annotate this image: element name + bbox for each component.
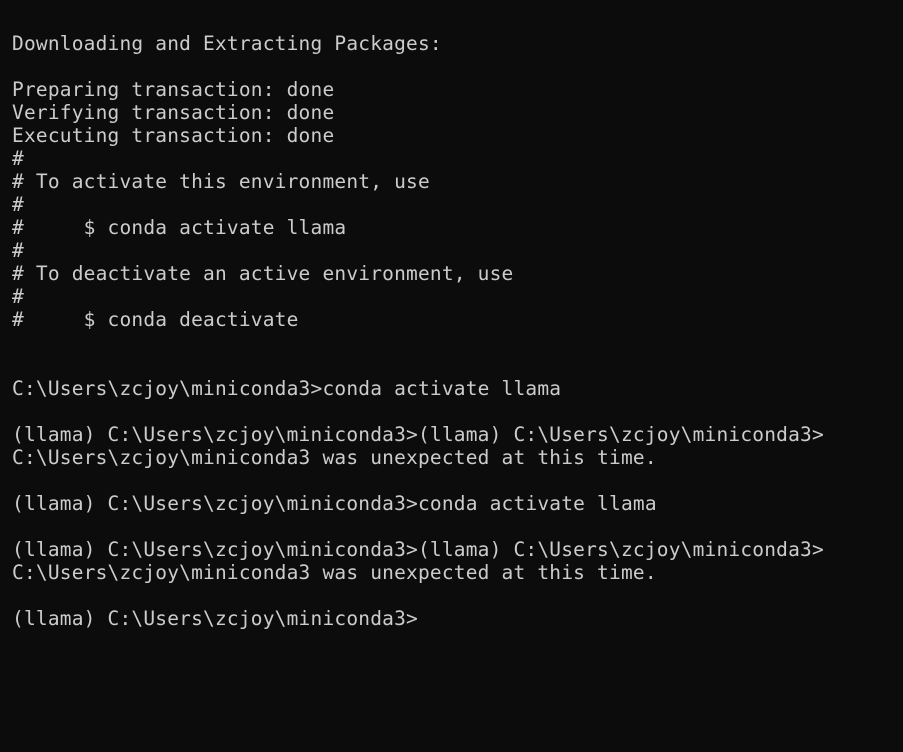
output-line-executing: Executing transaction: done <box>12 124 335 147</box>
current-prompt[interactable]: (llama) C:\Users\zcjoy\miniconda3> <box>12 607 903 630</box>
output-line-blank <box>12 400 903 423</box>
output-line-downloading: Downloading and Extracting Packages: <box>12 32 442 55</box>
output-line-verifying: Verifying transaction: done <box>12 101 335 124</box>
output-line-blank <box>12 469 903 492</box>
output-line-comment: # <box>12 285 24 308</box>
error-line: C:\Users\zcjoy\miniconda3 was unexpected… <box>12 561 657 584</box>
error-line: C:\Users\zcjoy\miniconda3 was unexpected… <box>12 446 657 469</box>
output-line-deactivate-command: # $ conda deactivate <box>12 308 299 331</box>
output-line-preparing: Preparing transaction: done <box>12 78 335 101</box>
output-line-blank <box>12 584 903 607</box>
output-line-comment: # <box>12 193 24 216</box>
prompt-line: (llama) C:\Users\zcjoy\miniconda3>(llama… <box>12 538 824 561</box>
output-line-comment: # <box>12 147 24 170</box>
terminal-output[interactable]: Downloading and Extracting Packages: Pre… <box>0 0 903 752</box>
output-line-deactivate-hint: # To deactivate an active environment, u… <box>12 262 514 285</box>
prompt-line: C:\Users\zcjoy\miniconda3>conda activate… <box>12 377 562 400</box>
prompt-line: (llama) C:\Users\zcjoy\miniconda3>conda … <box>12 492 657 515</box>
output-line-activate-command: # $ conda activate llama <box>12 216 347 239</box>
output-line-blank <box>12 55 903 78</box>
prompt-line: (llama) C:\Users\zcjoy\miniconda3>(llama… <box>12 423 824 446</box>
output-line-blank <box>12 515 903 538</box>
output-line-blank <box>12 331 903 354</box>
output-line-activate-hint: # To activate this environment, use <box>12 170 430 193</box>
output-line-blank <box>12 354 903 377</box>
output-line-comment: # <box>12 239 24 262</box>
